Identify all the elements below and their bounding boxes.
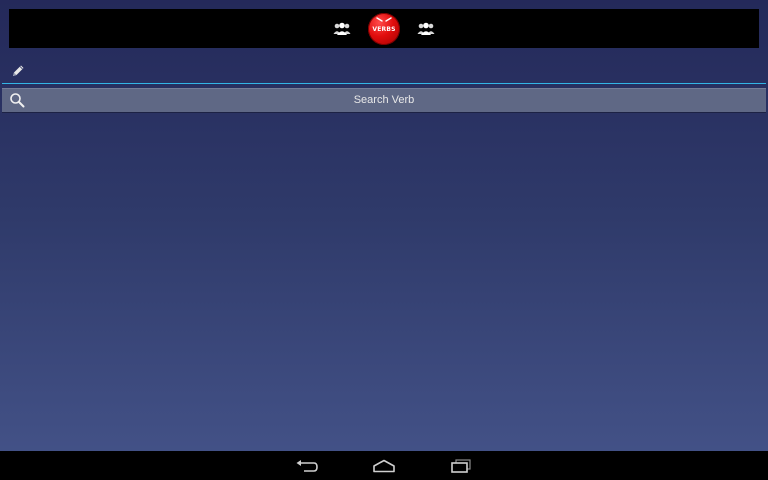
system-navigation-bar <box>0 451 768 480</box>
back-icon[interactable] <box>294 456 320 476</box>
verb-input-row <box>2 58 766 84</box>
pencil-icon <box>8 61 28 81</box>
search-icon <box>10 93 25 108</box>
search-verb-label: Search Verb <box>353 94 415 106</box>
group-icon[interactable] <box>332 19 352 39</box>
logo-text: VERBS <box>372 25 396 33</box>
recent-apps-icon[interactable] <box>448 456 474 476</box>
search-verb-button[interactable]: Search Verb <box>2 88 766 112</box>
top-banner: VERBS <box>9 9 759 48</box>
home-icon[interactable] <box>371 456 397 476</box>
logo-brows-icon <box>376 16 392 22</box>
verbs-logo: VERBS <box>368 12 400 45</box>
verb-input[interactable] <box>34 59 766 82</box>
group-icon[interactable] <box>416 19 436 39</box>
